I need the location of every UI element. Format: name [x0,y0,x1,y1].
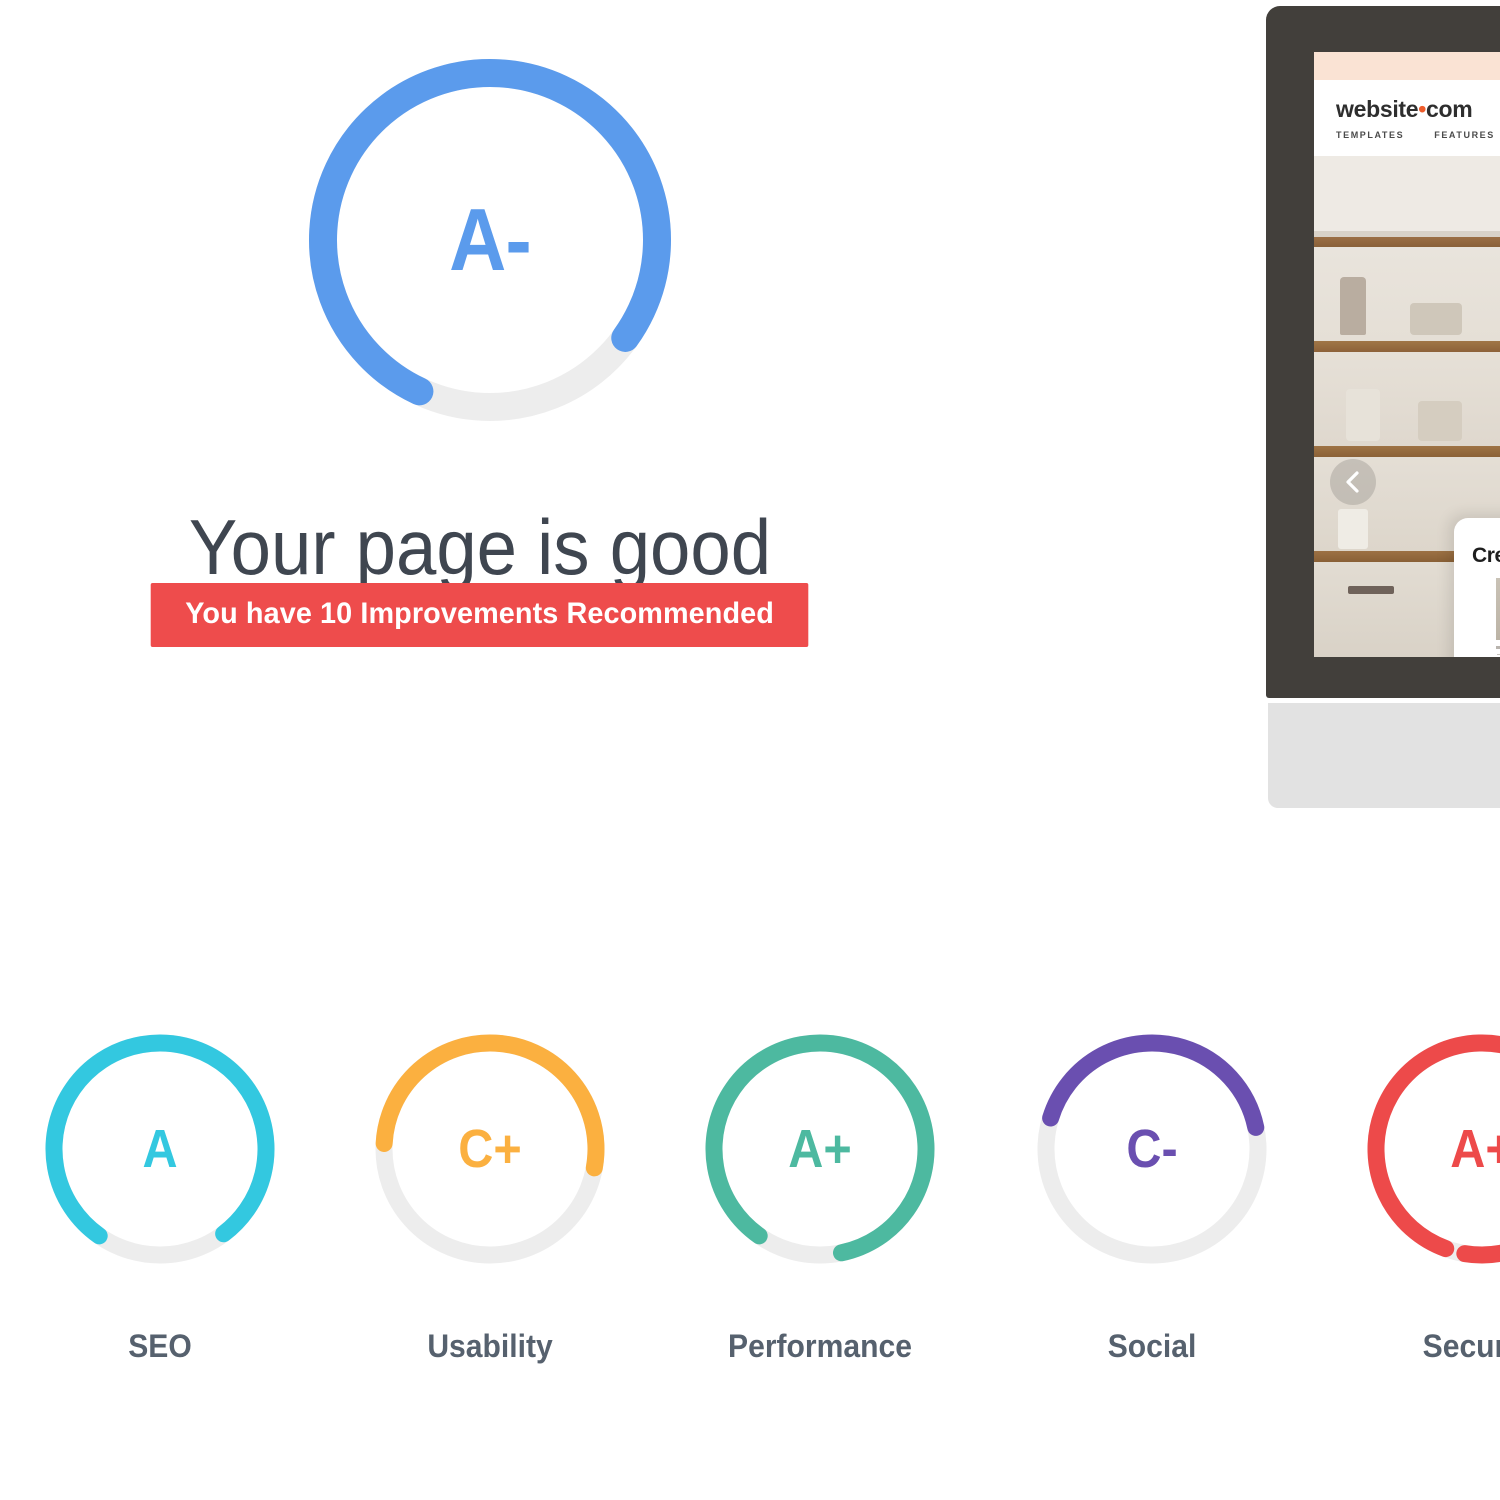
site-logo[interactable]: website•com [1336,96,1473,123]
category-score-performance[interactable]: A+ Performance [690,1024,950,1362]
category-grade-value: C- [1126,1119,1178,1179]
category-gauge: A+ [1357,1024,1500,1274]
site-nav-item-features[interactable]: FEATURES [1434,130,1495,140]
monitor-base [1268,703,1500,808]
hero-pottery-object [1410,303,1462,335]
category-gauge: A [35,1024,285,1274]
category-scores-section: A SEO C+ Usability A+ Performance C- Social A+ Se… [0,1024,1500,1444]
hero-pottery-object [1348,586,1394,594]
improvements-recommended-button[interactable]: You have 10 Improvements Recommended [151,583,809,647]
category-label: SEO [128,1328,192,1364]
site-logo-dot-icon: • [1418,96,1427,122]
category-label: Performance [728,1328,912,1364]
device-preview-mockup: website•com TEMPLATES FEATURES Create you… [1266,6,1500,808]
site-logo-name: website [1336,96,1419,122]
page-title: Your page is good [188,503,772,592]
category-gauge: C- [1027,1024,1277,1274]
card-product-caption [1496,646,1500,649]
hero-pottery-object [1340,277,1366,335]
hero-pottery-object [1338,509,1368,549]
site-announcement-strip [1314,52,1500,80]
category-label: Social [1107,1328,1197,1364]
hero-pottery-object [1418,401,1462,441]
site-hero-image: Create you FEATURED P $19.99 Available i… [1314,231,1500,657]
category-grade-value: C+ [458,1119,522,1179]
category-grade-value: A [142,1119,178,1179]
site-logo-tld: com [1426,96,1473,122]
category-score-security[interactable]: A+ Security [1352,1024,1500,1362]
category-score-usability[interactable]: C+ Usability [360,1024,620,1362]
category-grade-value: A+ [788,1119,852,1179]
site-product-card: Create you FEATURED P $19.99 Available i… [1454,518,1500,657]
category-gauge: A+ [695,1024,945,1274]
category-label: Security [1422,1328,1500,1364]
site-header: website•com TEMPLATES FEATURES [1314,80,1500,156]
overall-grade-value: A- [449,190,532,289]
card-headline: Create you [1472,544,1500,567]
site-nav[interactable]: TEMPLATES FEATURES [1336,130,1500,140]
overall-score-gauge: A- [295,45,685,435]
site-nav-item-templates[interactable]: TEMPLATES [1336,130,1404,140]
category-score-seo[interactable]: A SEO [30,1024,290,1362]
category-gauge: C+ [365,1024,615,1274]
chevron-left-icon [1346,471,1359,493]
category-grade-value: A+ [1450,1119,1500,1179]
category-score-social[interactable]: C- Social [1022,1024,1282,1362]
card-product-thumbnail [1496,578,1500,640]
monitor-screen: website•com TEMPLATES FEATURES Create you… [1314,52,1500,657]
hero-pottery-object [1346,389,1380,441]
site-subheader-band [1314,156,1500,231]
improvements-badge-row: You have 10 Improvements Recommended [0,583,960,647]
carousel-prev-button[interactable] [1330,459,1376,505]
category-label: Usability [427,1328,553,1364]
